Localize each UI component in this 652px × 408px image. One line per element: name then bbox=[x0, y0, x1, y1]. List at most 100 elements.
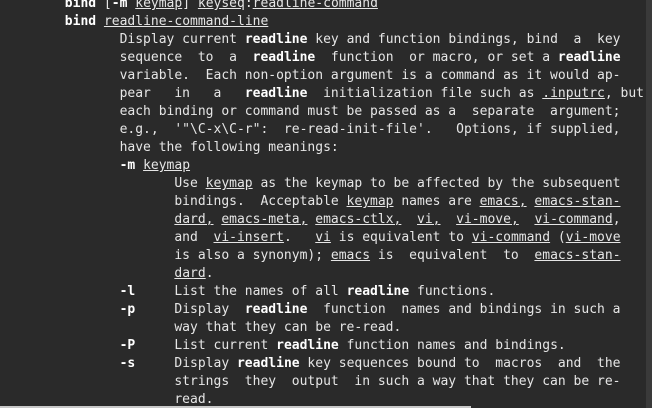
text-line: -p Display readline function names and b… bbox=[10, 301, 621, 319]
underlined-text: emacs, bbox=[479, 194, 527, 209]
bold-text: -P bbox=[119, 338, 136, 353]
text-span: is equivalent to bbox=[370, 248, 535, 263]
text-line: strings they output in such a way that t… bbox=[10, 373, 620, 391]
text-line: dard. bbox=[10, 265, 213, 283]
underlined-text: vi-command bbox=[534, 212, 613, 227]
text-line: sequence to a readline function or macro… bbox=[10, 49, 621, 67]
underlined-text: emacs bbox=[330, 248, 371, 263]
bold-text: readline bbox=[236, 356, 300, 371]
text-span: is also a synonym); bbox=[10, 248, 331, 263]
underlined-text: vi, bbox=[417, 212, 441, 227]
underlined-text: keymap bbox=[143, 158, 191, 173]
bold-text: -m bbox=[119, 158, 136, 173]
text-span: names are bbox=[393, 194, 480, 209]
text-span: is equivalent to bbox=[330, 230, 472, 245]
terminal-window[interactable]: bind [-m keymap] keyseq:readline-command… bbox=[0, 0, 652, 408]
scrollbar[interactable] bbox=[646, 0, 652, 408]
underlined-text: vi-move bbox=[565, 230, 621, 245]
text-span: Display bbox=[135, 356, 237, 371]
text-span bbox=[10, 0, 65, 11]
text-span: read. bbox=[10, 392, 214, 407]
text-span: bindings. Acceptable bbox=[10, 194, 347, 209]
underlined-text: vi-insert bbox=[213, 230, 284, 245]
text-span bbox=[10, 266, 174, 281]
text-span: key sequences bound to macros and the bbox=[299, 356, 621, 371]
text-span: each binding or command must be passed a… bbox=[10, 104, 621, 119]
text-span: function names and bindings in such a bbox=[307, 302, 621, 317]
underlined-text: dard bbox=[174, 266, 206, 281]
text-span bbox=[96, 14, 104, 29]
text-span: have the following meanings: bbox=[10, 140, 339, 155]
bold-text: readline bbox=[244, 32, 308, 47]
man-page-text: bind [-m keymap] keyseq:readline-command… bbox=[0, 0, 646, 408]
text-line: -m keymap bbox=[10, 157, 190, 175]
text-span bbox=[10, 284, 120, 299]
text-line: and vi-insert. vi is equivalent to vi-co… bbox=[10, 229, 621, 247]
text-line: Use keymap as the keymap to be affected … bbox=[10, 175, 621, 193]
bold-text: readline bbox=[276, 338, 339, 353]
underlined-text: .inputrc bbox=[542, 86, 605, 101]
text-line: bind readline-command-line bbox=[10, 13, 269, 31]
text-span bbox=[10, 338, 120, 353]
text-span bbox=[10, 212, 174, 227]
text-line: each binding or command must be passed a… bbox=[10, 103, 621, 121]
text-span: key and function bindings, bind a key bbox=[307, 32, 621, 47]
text-span bbox=[135, 158, 143, 173]
text-span: and bbox=[10, 230, 214, 245]
text-span: way that they can be re-read. bbox=[10, 320, 402, 335]
text-span: pear in a bbox=[10, 86, 245, 101]
underlined-text: vi bbox=[315, 230, 331, 245]
text-span: List the names of all bbox=[135, 284, 347, 299]
underlined-text: emacs-stan‐ bbox=[534, 194, 621, 209]
text-span: as the keymap to be affected by the subs… bbox=[252, 176, 621, 191]
text-line: variable. Each non-option argument is a … bbox=[10, 67, 621, 85]
text-span: . bbox=[283, 230, 316, 245]
text-line: have the following meanings: bbox=[10, 139, 339, 157]
bold-text: readline bbox=[557, 50, 621, 65]
text-span: initialization file such as bbox=[307, 86, 543, 101]
bold-text: readline bbox=[244, 86, 308, 101]
text-line: dard, emacs-meta, emacs-ctlx, vi, vi-mov… bbox=[10, 211, 621, 229]
text-span: List current bbox=[135, 338, 277, 353]
underlined-text: vi-move, bbox=[456, 212, 519, 227]
text-span: , bbox=[612, 212, 621, 227]
bold-text: readline bbox=[252, 50, 316, 65]
underlined-text: emacs-stan‐ bbox=[534, 248, 621, 263]
text-span bbox=[401, 212, 417, 227]
underlined-text: keymap bbox=[346, 194, 394, 209]
text-span: , but bbox=[604, 86, 645, 101]
text-span bbox=[519, 212, 535, 227]
text-span: [ bbox=[96, 0, 112, 11]
text-span bbox=[10, 356, 120, 371]
text-span: Use bbox=[10, 176, 206, 191]
text-line: -P List current readline function names … bbox=[10, 337, 566, 355]
bold-text: readline bbox=[346, 284, 410, 299]
text-span bbox=[10, 302, 120, 317]
text-span bbox=[10, 14, 65, 29]
bold-text: -p bbox=[119, 302, 136, 317]
bold-text: readline bbox=[244, 302, 308, 317]
bold-text: -s bbox=[119, 356, 136, 371]
underlined-text: dard, bbox=[174, 212, 214, 227]
text-line: bind [-m keymap] keyseq:readline-command bbox=[10, 0, 378, 13]
text-span: function or macro, or set a bbox=[315, 50, 558, 65]
text-line: pear in a readline initialization file s… bbox=[10, 85, 644, 103]
underlined-text: vi-command bbox=[471, 230, 551, 245]
underlined-text: keyseq bbox=[197, 0, 245, 11]
text-line: e.g., '"\C-x\C-r": re-read-init-file'. O… bbox=[10, 121, 621, 139]
bold-text: bind bbox=[64, 0, 97, 11]
text-line: -l List the names of all readline functi… bbox=[10, 283, 496, 301]
text-span: Display current bbox=[10, 32, 245, 47]
underlined-text: emacs-ctlx, bbox=[315, 212, 402, 227]
text-span: : bbox=[244, 0, 253, 11]
bold-text: bind bbox=[64, 14, 97, 29]
text-line: -s Display readline key sequences bound … bbox=[10, 355, 621, 373]
text-span: ] bbox=[182, 0, 198, 11]
underlined-text: keymap bbox=[135, 0, 183, 11]
underlined-text: keymap bbox=[205, 176, 253, 191]
underlined-text: readline-command bbox=[252, 0, 378, 11]
underlined-text: emacs-meta, bbox=[221, 212, 308, 227]
text-line: is also a synonym); emacs is equivalent … bbox=[10, 247, 621, 265]
text-span bbox=[441, 212, 457, 227]
underlined-text: readline-command-line bbox=[103, 14, 269, 29]
